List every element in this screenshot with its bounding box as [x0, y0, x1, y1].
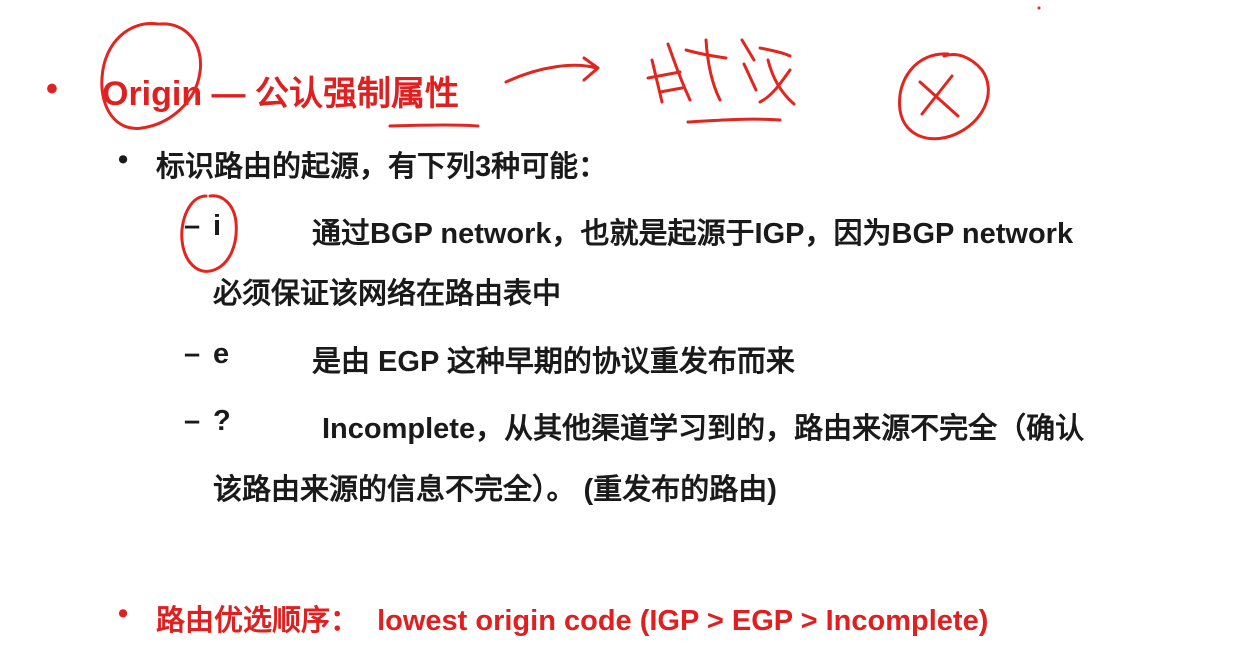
- item-e-dash: –: [184, 338, 201, 370]
- preference-label: 路由优选顺序：: [156, 605, 360, 637]
- handwriting-qiyuan-icon: [646, 38, 796, 106]
- arrow-icon: [504, 56, 600, 84]
- item-e-line1: 是由 EGP 这种早期的协议重发布而来: [312, 346, 795, 378]
- ink-dot-icon: [1037, 6, 1041, 10]
- handwriting-underline-icon: [686, 117, 782, 124]
- item-i-line1: 通过BGP network，也就是起源于IGP，因为BGP network: [312, 218, 1074, 250]
- item-e-code: e: [213, 338, 230, 370]
- preference-text: lowest origin code (IGP > EGP > Incomple…: [377, 605, 989, 637]
- preference-bullet: •: [118, 598, 129, 630]
- heading-bullet: •: [46, 70, 58, 108]
- sub-bullet-text: 标识路由的起源，有下列3种可能：: [156, 151, 608, 183]
- item-q-line1: Incomplete，从其他渠道学习到的，路由来源不完全（确认: [322, 413, 1085, 445]
- item-q-line2: 该路由来源的信息不完全）。 (重发布的路由): [213, 474, 777, 506]
- circled-x-icon: [898, 52, 990, 141]
- item-q-code: ?: [213, 405, 231, 437]
- slide: • Origin — 公认强制属性 • 标识路由的起源，有下列3种可能： – i…: [0, 0, 1239, 645]
- preference-line: 路由优选顺序： lowest origin code (IGP > EGP > …: [156, 597, 988, 639]
- item-i-code: i: [213, 210, 222, 242]
- item-q-dash: –: [184, 405, 201, 437]
- item-i-dash: –: [184, 210, 201, 242]
- heading-underline-icon: [388, 123, 480, 128]
- item-i-line2: 必须保证该网络在路由表中: [213, 278, 562, 310]
- sub-bullet-marker: •: [118, 144, 129, 176]
- heading-title: Origin — 公认强制属性: [102, 75, 459, 113]
